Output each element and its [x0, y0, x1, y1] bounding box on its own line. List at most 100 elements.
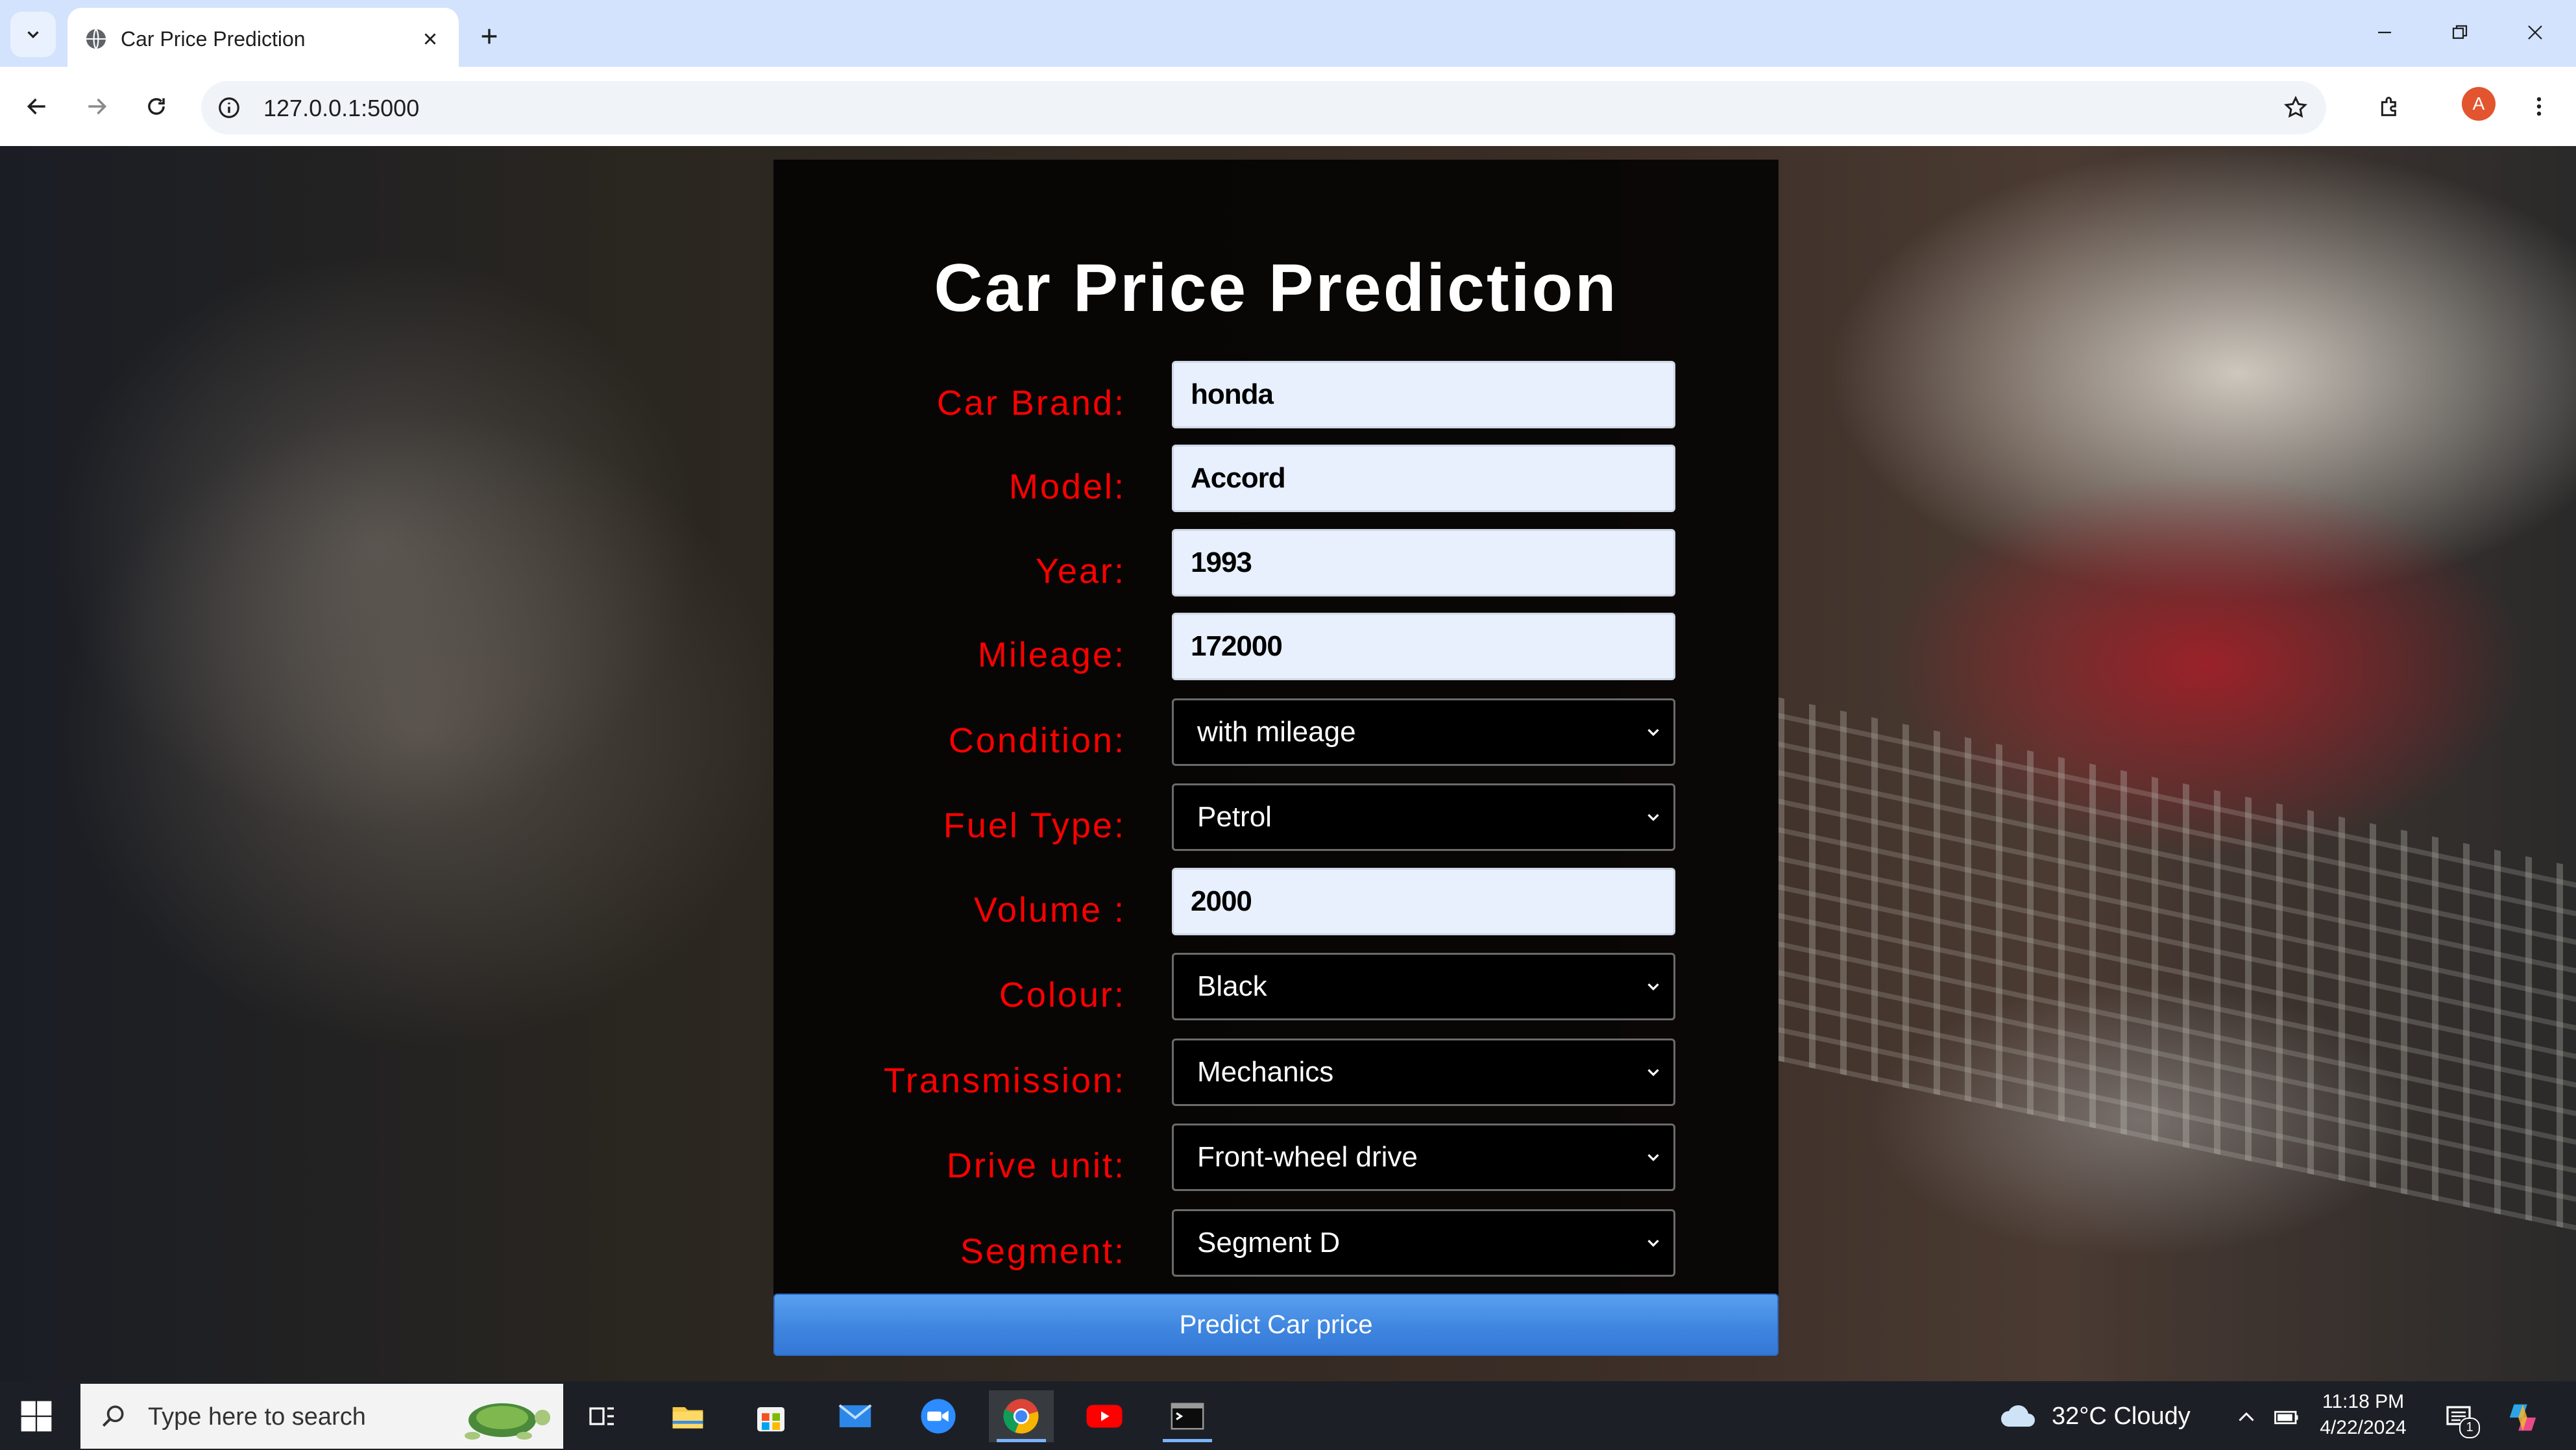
close-window-button[interactable]	[2506, 6, 2564, 58]
volume-input[interactable]: 2000	[1172, 868, 1675, 935]
tab-search-button[interactable]	[10, 12, 56, 57]
background-car-dashboard	[52, 250, 701, 834]
puzzle-icon	[2381, 97, 2396, 116]
battery-icon	[2274, 1410, 2298, 1425]
fuel-type-select-value: Petrol	[1197, 801, 1272, 833]
mail-button[interactable]	[823, 1390, 888, 1442]
notification-center-button[interactable]: 1	[2441, 1403, 2480, 1438]
back-button[interactable]	[16, 85, 58, 128]
background-car-grille	[1778, 697, 2576, 1231]
windows-taskbar: Type here to search 32°C Cloudy 11:18 PM…	[0, 1381, 2576, 1450]
volume-label: Volume :	[973, 891, 1126, 929]
zoom-button[interactable]	[906, 1390, 971, 1442]
taskbar-search-box[interactable]: Type here to search	[80, 1384, 563, 1449]
copilot-button[interactable]	[2503, 1403, 2542, 1432]
restore-button[interactable]	[2431, 6, 2489, 58]
copilot-icon	[2509, 1404, 2536, 1431]
more-vertical-icon	[2536, 97, 2542, 116]
colour-select-value: Black	[1197, 970, 1267, 1002]
show-hidden-icons-button[interactable]	[2232, 1403, 2261, 1432]
weather-widget[interactable]: 32°C Cloudy	[1999, 1398, 2191, 1434]
condition-select-value: with mileage	[1197, 716, 1356, 748]
segment-label: Segment:	[960, 1232, 1126, 1271]
browser-menu-button[interactable]	[2518, 85, 2560, 128]
task-view-icon	[589, 1407, 614, 1425]
mileage-label: Mileage:	[977, 635, 1126, 674]
cloud-icon	[2001, 1405, 2035, 1427]
mail-icon	[838, 1404, 872, 1427]
chrome-icon	[1003, 1399, 1039, 1434]
bookmark-button[interactable]	[2278, 90, 2313, 125]
year-label: Year:	[1035, 552, 1126, 591]
task-view-button[interactable]	[570, 1390, 635, 1442]
youtube-button[interactable]	[1072, 1390, 1137, 1442]
chevron-down-icon	[1647, 814, 1659, 822]
segment-select[interactable]: Segment D	[1172, 1209, 1675, 1277]
drive-unit-select-value: Front-wheel drive	[1197, 1141, 1418, 1173]
chevron-down-icon	[1647, 983, 1659, 991]
browser-tab-strip: Car Price Prediction	[0, 0, 2576, 67]
close-icon	[2528, 25, 2542, 40]
fuel-type-select[interactable]: Petrol	[1172, 783, 1675, 851]
windows-start-icon[interactable]	[18, 1398, 55, 1434]
condition-select[interactable]: with mileage	[1172, 698, 1675, 766]
extensions-button[interactable]	[2368, 85, 2411, 128]
condition-label: Condition:	[948, 721, 1126, 760]
new-tab-button[interactable]	[470, 17, 509, 56]
segment-select-value: Segment D	[1197, 1227, 1341, 1259]
drive-unit-label: Drive unit:	[946, 1146, 1126, 1185]
notification-count: 1	[2459, 1418, 2480, 1438]
profile-avatar[interactable]: A	[2462, 87, 2496, 121]
url-text[interactable]: 127.0.0.1:5000	[263, 95, 419, 121]
terminal-icon	[1171, 1403, 1204, 1430]
youtube-icon	[1086, 1405, 1123, 1428]
zoom-icon	[921, 1399, 956, 1434]
close-icon	[424, 33, 436, 45]
transmission-select-value: Mechanics	[1197, 1056, 1334, 1088]
chevron-down-icon	[27, 31, 39, 39]
chrome-button[interactable]	[989, 1390, 1054, 1442]
info-icon	[219, 97, 239, 118]
microsoft-store-button[interactable]	[738, 1390, 803, 1442]
model-input[interactable]: Accord	[1172, 445, 1675, 512]
search-icon	[102, 1405, 124, 1427]
page-viewport: Car Price Prediction Car Brand: honda Mo…	[0, 146, 2576, 1381]
turtle-icon	[465, 1403, 550, 1440]
minimize-button[interactable]	[2355, 6, 2414, 58]
drive-unit-select[interactable]: Front-wheel drive	[1172, 1124, 1675, 1191]
terminal-button[interactable]	[1155, 1390, 1220, 1442]
minimize-icon	[2378, 31, 2391, 34]
car-brand-input[interactable]: honda	[1172, 361, 1675, 428]
chevron-down-icon	[1647, 1069, 1659, 1077]
reload-button[interactable]	[135, 85, 178, 128]
car-brand-label: Car Brand:	[936, 384, 1126, 423]
battery-status[interactable]	[2272, 1403, 2301, 1432]
transmission-label: Transmission:	[883, 1061, 1126, 1100]
weather-text: 32°C Cloudy	[2052, 1402, 2191, 1430]
file-explorer-icon	[672, 1407, 703, 1429]
chevron-up-icon	[2239, 1412, 2254, 1421]
site-info-button[interactable]	[212, 90, 247, 125]
star-icon	[2283, 95, 2308, 118]
model-label: Model:	[1008, 467, 1126, 506]
prediction-form-panel: Car Price Prediction Car Brand: honda Mo…	[773, 160, 1779, 1303]
browser-tab[interactable]: Car Price Prediction	[67, 8, 459, 67]
taskbar-search-placeholder: Type here to search	[148, 1403, 366, 1431]
tab-close-button[interactable]	[416, 25, 444, 53]
colour-select[interactable]: Black	[1172, 953, 1675, 1020]
chevron-down-icon	[1647, 729, 1659, 737]
microsoft-store-icon	[757, 1407, 784, 1432]
forward-button[interactable]	[75, 85, 118, 128]
fuel-type-label: Fuel Type:	[943, 806, 1126, 845]
file-explorer-button[interactable]	[655, 1390, 720, 1442]
clock-date: 4/22/2024	[2320, 1417, 2407, 1438]
restore-icon	[2452, 25, 2468, 39]
arrow-right-icon	[88, 98, 107, 115]
mileage-input[interactable]: 172000	[1172, 613, 1675, 680]
predict-car-price-button[interactable]: Predict Car price	[773, 1294, 1779, 1356]
taskbar-clock[interactable]: 11:18 PM 4/22/2024	[2311, 1389, 2415, 1441]
globe-icon	[86, 29, 106, 49]
address-bar[interactable]: 127.0.0.1:5000	[201, 81, 2326, 134]
transmission-select[interactable]: Mechanics	[1172, 1038, 1675, 1106]
year-input[interactable]: 1993	[1172, 529, 1675, 596]
